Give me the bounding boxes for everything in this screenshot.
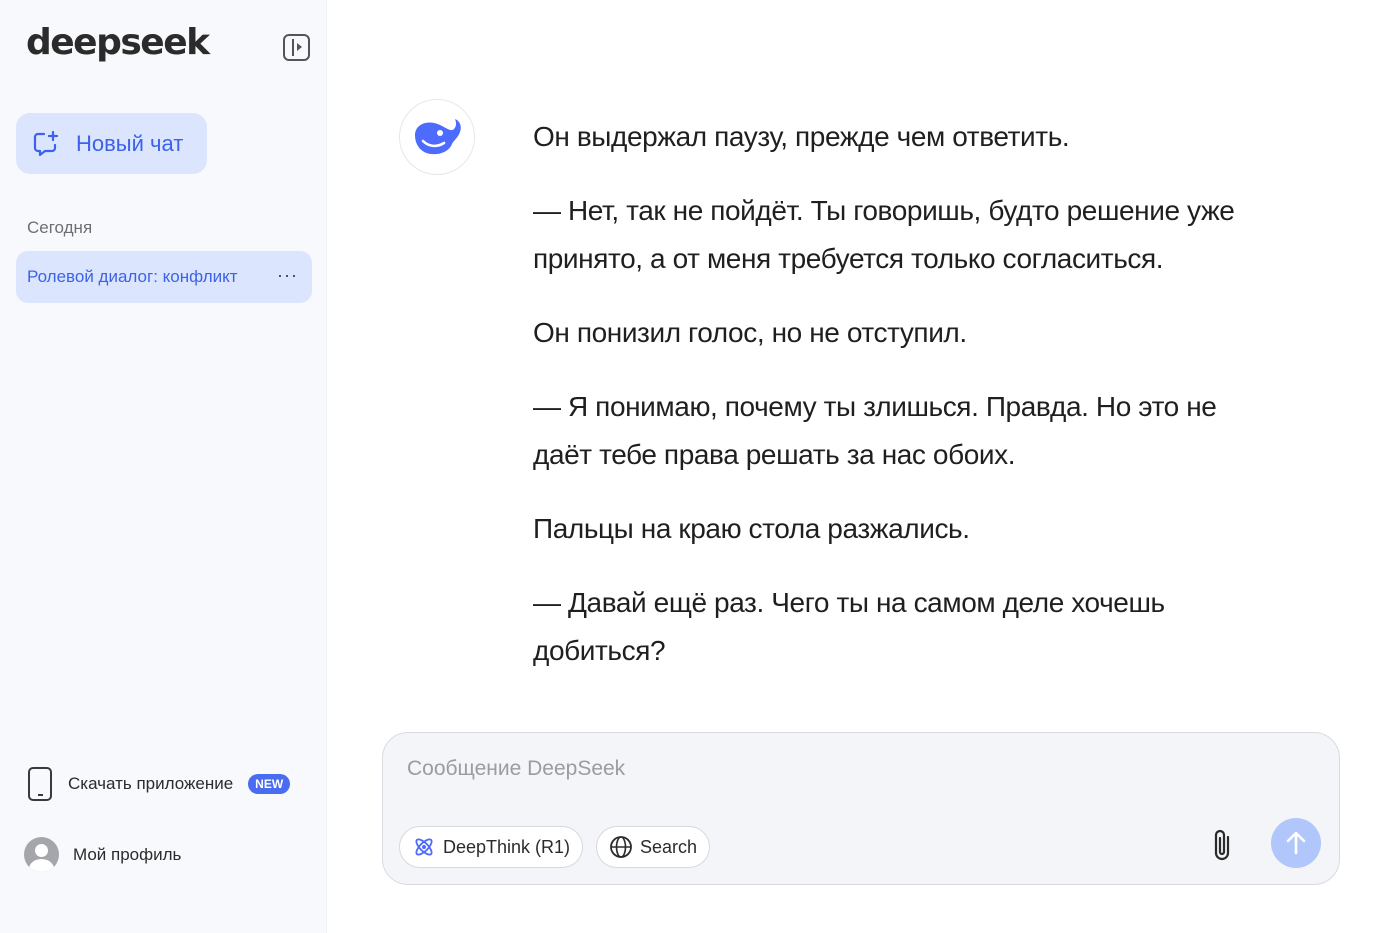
profile-label: Мой профиль: [73, 844, 182, 864]
deepseek-whale-icon: [415, 119, 461, 155]
history-item-roleplay[interactable]: Ролевой диалог: конфликт ···: [16, 251, 312, 303]
chat-area: Он выдержал паузу, прежде чем ответить. …: [327, 0, 1400, 933]
new-chat-button[interactable]: Новый чат: [16, 113, 207, 174]
deepseek-logo: deepseek: [26, 22, 210, 63]
message-paragraph: — Давай ещё раз. Чего ты на самом деле х…: [533, 587, 1165, 666]
atom-icon: [415, 838, 433, 856]
assistant-avatar: [399, 99, 475, 175]
globe-icon: [610, 836, 632, 858]
message-paragraph: Пальцы на краю стола разжались.: [533, 513, 970, 544]
message-input[interactable]: [407, 757, 1187, 781]
user-avatar-icon: [24, 837, 59, 872]
new-badge: NEW: [248, 774, 291, 794]
message-paragraph: — Нет, так не пойдёт. Ты говоришь, будто…: [533, 195, 1235, 274]
phone-icon: [28, 767, 52, 801]
search-label: Search: [640, 836, 698, 857]
send-button[interactable]: [1271, 818, 1321, 868]
assistant-message: Он выдержал паузу, прежде чем ответить. …: [533, 113, 1273, 701]
sidebar: deepseek Новый чат Сегодня Ролевой диало…: [0, 0, 327, 933]
message-paragraph: — Я понимаю, почему ты злишься. Правда. …: [533, 391, 1217, 470]
deepthink-toggle[interactable]: DeepThink (R1): [399, 826, 584, 868]
sidebar-collapse-icon: [292, 39, 294, 56]
download-app-label: Скачать приложение: [68, 774, 234, 793]
more-options-icon[interactable]: ···: [277, 265, 298, 285]
new-chat-icon: [33, 130, 59, 156]
search-toggle[interactable]: Search: [596, 826, 711, 868]
profile-link[interactable]: Мой профиль: [24, 837, 181, 872]
download-app-link[interactable]: Скачать приложение NEW: [28, 767, 291, 801]
deepthink-label: DeepThink (R1): [443, 836, 571, 857]
new-chat-label: Новый чат: [76, 130, 184, 156]
attach-file-button[interactable]: [1207, 825, 1239, 865]
message-composer: DeepThink (R1) Search: [382, 732, 1340, 885]
app-window: deepseek Новый чат Сегодня Ролевой диало…: [0, 0, 1400, 933]
sidebar-collapse-button[interactable]: [283, 34, 310, 61]
history-item-label: Ролевой диалог: конфликт: [27, 267, 238, 286]
message-paragraph: Он выдержал паузу, прежде чем ответить.: [533, 121, 1070, 152]
paperclip-icon: [1214, 829, 1230, 861]
message-paragraph: Он понизил голос, но не отступил.: [533, 317, 967, 348]
history-section-today: Сегодня: [27, 218, 93, 237]
arrow-up-icon: [1286, 831, 1306, 855]
